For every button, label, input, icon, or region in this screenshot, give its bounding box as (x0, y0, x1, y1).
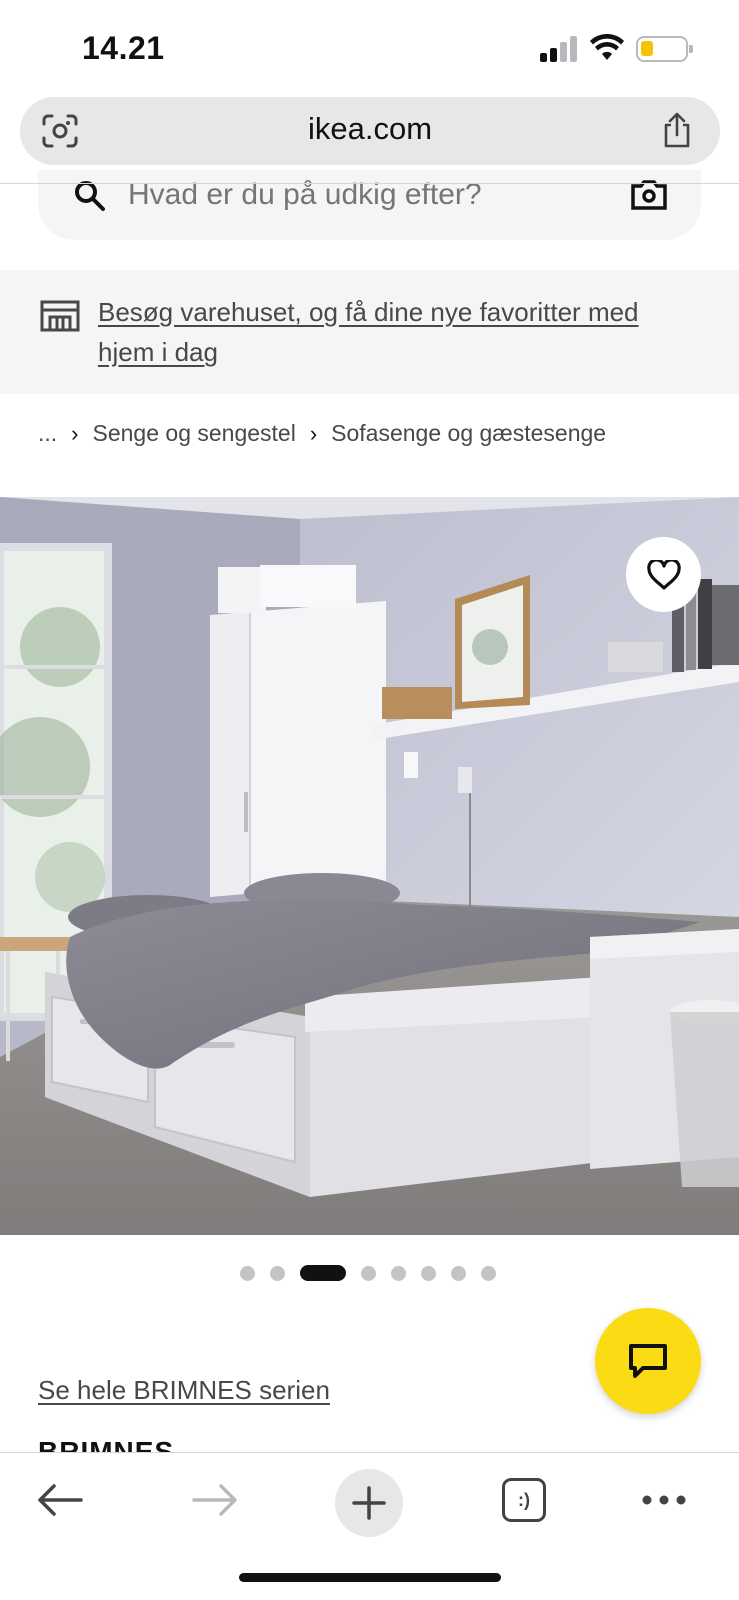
more-button[interactable] (632, 1475, 696, 1525)
series-link[interactable]: Se hele BRIMNES serien (38, 1375, 330, 1406)
home-indicator (239, 1573, 501, 1582)
status-bar: 14.21 (0, 0, 739, 92)
carousel-dot[interactable] (240, 1265, 255, 1281)
more-icon (642, 1495, 686, 1505)
new-tab-button[interactable] (335, 1469, 403, 1537)
tabs-label: :) (518, 1489, 530, 1510)
product-name: BRIMNES (38, 1436, 175, 1452)
new-tab-plus-icon (352, 1486, 386, 1520)
carousel-dot[interactable] (361, 1265, 376, 1281)
search-bar[interactable] (38, 170, 701, 240)
breadcrumb-item-senge[interactable]: Senge og sengestel (93, 420, 296, 447)
chat-button[interactable] (595, 1308, 701, 1414)
breadcrumb-item-sofasenge[interactable]: Sofasenge og gæstesenge (331, 420, 606, 447)
share-icon[interactable] (660, 111, 694, 149)
carousel-dot[interactable] (481, 1265, 496, 1281)
wifi-icon (590, 34, 624, 60)
carousel-dot-active[interactable] (300, 1265, 346, 1281)
carousel-dot[interactable] (451, 1265, 466, 1281)
header-divider (0, 183, 739, 184)
battery-icon (636, 36, 693, 62)
heart-icon (646, 559, 681, 590)
breadcrumb-separator-icon: › (309, 420, 318, 446)
forward-arrow-icon (192, 1484, 237, 1516)
bedroom-illustration (0, 497, 739, 1235)
carousel-indicator[interactable] (240, 1265, 496, 1281)
tabs-icon: :) (502, 1478, 546, 1522)
store-icon (40, 300, 80, 332)
favorite-button[interactable] (626, 537, 701, 612)
carousel-dot[interactable] (270, 1265, 285, 1281)
carousel-dot[interactable] (421, 1265, 436, 1281)
breadcrumb-ellipsis[interactable]: ... (38, 420, 57, 447)
tabs-button[interactable]: :) (492, 1475, 556, 1525)
address-bar[interactable]: ikea.com (20, 97, 720, 165)
store-banner-link[interactable]: Besøg varehuset, og få dine nye favoritt… (98, 292, 698, 372)
cellular-signal-icon (540, 36, 578, 62)
url-text[interactable]: ikea.com (20, 111, 720, 147)
store-banner[interactable]: Besøg varehuset, og få dine nye favoritt… (0, 270, 739, 394)
back-arrow-icon (38, 1484, 83, 1516)
back-button[interactable] (28, 1475, 92, 1525)
forward-button[interactable] (183, 1475, 247, 1525)
breadcrumb: ... › Senge og sengestel › Sofasenge og … (38, 420, 606, 447)
product-image[interactable] (0, 497, 739, 1235)
status-time: 14.21 (82, 30, 165, 66)
chat-icon (629, 1344, 667, 1378)
carousel-dot[interactable] (391, 1265, 406, 1281)
breadcrumb-separator-icon: › (71, 420, 79, 446)
